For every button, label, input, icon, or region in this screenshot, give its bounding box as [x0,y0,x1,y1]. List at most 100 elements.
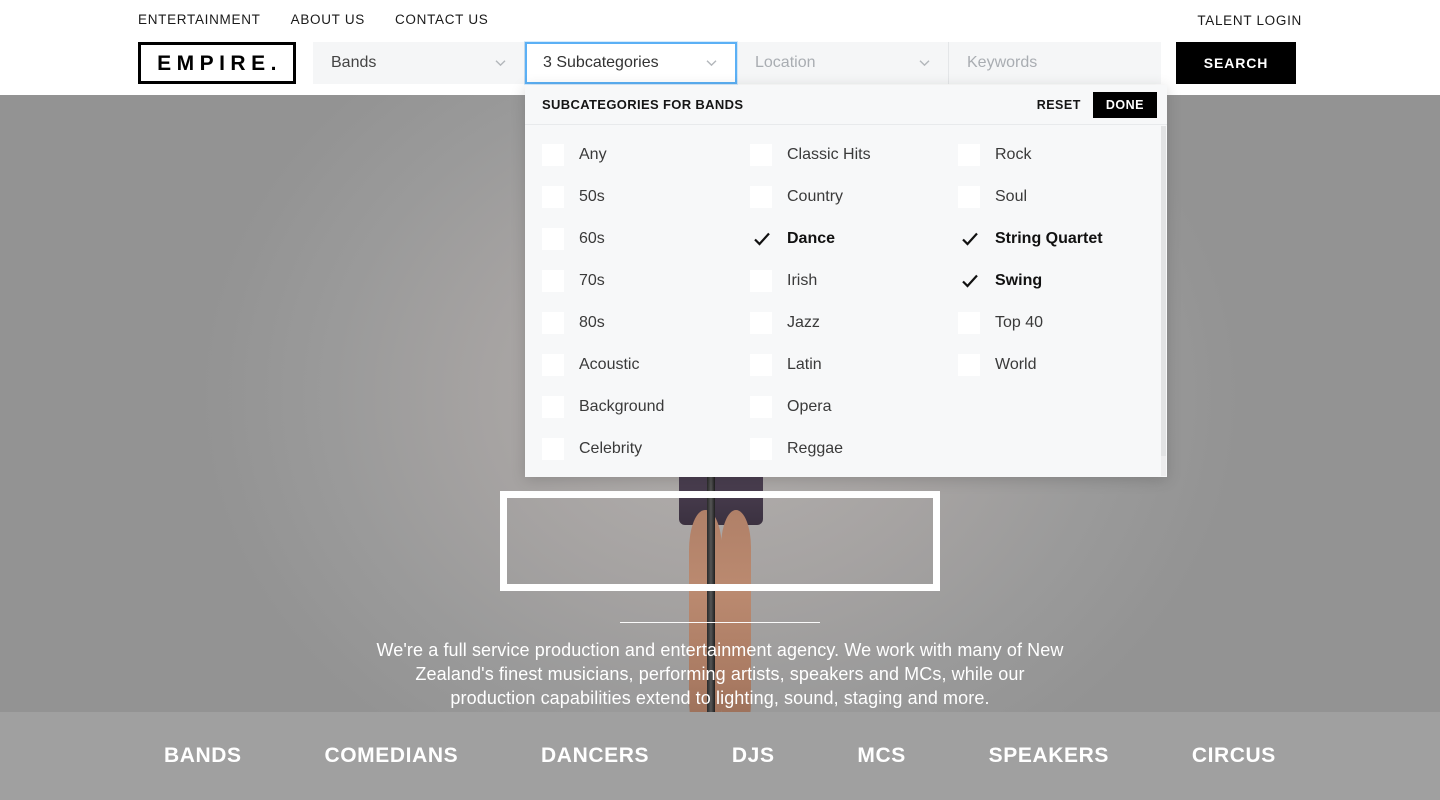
subcategory-option-label: Top 40 [995,314,1044,331]
subcategory-option-opera[interactable]: Opera [750,386,941,428]
hero-description: We're a full service production and ente… [376,640,1064,708]
subcategory-option-50s[interactable]: 50s [542,176,733,218]
subcategory-option-label: Celebrity [579,440,643,457]
category-link-speakers[interactable]: SPEAKERS [989,744,1109,768]
subcategory-option-world[interactable]: World [958,344,1149,386]
checkbox-icon[interactable] [958,144,980,166]
check-icon [752,229,772,249]
subcategory-option-80s[interactable]: 80s [542,302,733,344]
subcategory-option-label: Acoustic [579,356,640,373]
subcategory-option-jazz[interactable]: Jazz [750,302,941,344]
category-link-dancers[interactable]: DANCERS [541,744,649,768]
checkbox-icon[interactable] [750,354,772,376]
hero-divider-rule [620,622,820,623]
subcategory-option-irish[interactable]: Irish [750,260,941,302]
subcategory-option-reggae[interactable]: Reggae [750,428,941,470]
checkbox-icon[interactable] [542,270,564,292]
subcategory-option-label: Irish [787,272,818,289]
checkbox-icon[interactable] [750,396,772,418]
checkbox-icon[interactable] [750,438,772,460]
location-select[interactable]: Location [737,42,949,84]
checkbox-icon[interactable] [958,354,980,376]
checkbox-icon[interactable] [750,270,772,292]
subcategory-option-label: Dance [787,230,836,247]
page-root: We're a full service production and ente… [0,0,1440,800]
category-select[interactable]: Bands [313,42,525,84]
subcategory-option-60s[interactable]: 60s [542,218,733,260]
subcategory-option-label: Rock [995,146,1032,163]
subcategory-option-celebrity[interactable]: Celebrity [542,428,733,470]
chevron-down-icon [495,58,506,69]
subcategory-option-label: Classic Hits [787,146,871,163]
checkbox-icon[interactable] [958,270,980,292]
empire-logo-text: EMPIRE. [157,51,282,75]
checkbox-icon[interactable] [958,186,980,208]
nav-link-about-us[interactable]: ABOUT US [291,12,365,27]
subcategory-select-value: 3 Subcategories [543,54,659,71]
subcategory-option-background[interactable]: Background [542,386,733,428]
subcategory-option-label: Opera [787,398,832,415]
subcategory-option-label: 80s [579,314,605,331]
category-nav-inner: BANDS COMEDIANS DANCERS DJS MCS SPEAKERS… [140,744,1300,768]
category-link-comedians[interactable]: COMEDIANS [324,744,458,768]
subcategory-option-acoustic[interactable]: Acoustic [542,344,733,386]
search-fields: Bands 3 Subcategories Location Keywords [313,42,1161,84]
done-button[interactable]: DONE [1092,91,1157,118]
subcategory-option-label: String Quartet [995,230,1103,247]
subcategory-option-label: Soul [995,188,1028,205]
chevron-down-icon [706,58,717,69]
checkbox-icon[interactable] [542,228,564,250]
checkbox-icon[interactable] [542,438,564,460]
search-button[interactable]: SEARCH [1176,42,1296,84]
subcategory-select[interactable]: 3 Subcategories [525,42,737,84]
subcategory-option-label: Swing [995,272,1043,289]
subcategory-column-1: Any 50s 60s 70s 80s Acoustic Background … [525,134,733,476]
panel-scrollbar-thumb[interactable] [1161,126,1166,456]
empire-logo[interactable]: EMPIRE. [138,42,296,84]
subcategory-option-any[interactable]: Any [542,134,733,176]
subcategory-option-classic-hits[interactable]: Classic Hits [750,134,941,176]
subcategory-option-label: Reggae [787,440,844,457]
checkbox-icon[interactable] [542,312,564,334]
category-link-circus[interactable]: CIRCUS [1192,744,1276,768]
subcategory-option-label: Background [579,398,665,415]
category-nav: BANDS COMEDIANS DANCERS DJS MCS SPEAKERS… [0,712,1440,800]
talent-login-link[interactable]: TALENT LOGIN [1197,13,1302,28]
checkbox-icon[interactable] [542,144,564,166]
nav-link-entertainment[interactable]: ENTERTAINMENT [138,12,261,27]
subcategory-option-rock[interactable]: Rock [958,134,1149,176]
checkbox-icon[interactable] [750,312,772,334]
subcategory-option-label: 50s [579,188,605,205]
checkbox-icon[interactable] [750,144,772,166]
subcategory-option-70s[interactable]: 70s [542,260,733,302]
category-link-bands[interactable]: BANDS [164,744,242,768]
checkbox-icon[interactable] [958,228,980,250]
subcategory-option-label: World [995,356,1037,373]
check-icon [960,229,980,249]
checkbox-icon[interactable] [750,228,772,250]
subcategory-option-dance[interactable]: Dance [750,218,941,260]
category-link-djs[interactable]: DJS [732,744,775,768]
subcategory-option-soul[interactable]: Soul [958,176,1149,218]
category-link-mcs[interactable]: MCS [857,744,905,768]
checkbox-icon[interactable] [750,186,772,208]
subcategory-option-latin[interactable]: Latin [750,344,941,386]
nav-link-contact-us[interactable]: CONTACT US [395,12,489,27]
subcategory-dropdown-panel: SUBCATEGORIES FOR BANDS RESET DONE Any 5… [525,85,1167,477]
subcategory-option-country[interactable]: Country [750,176,941,218]
subcategory-panel-title: SUBCATEGORIES FOR BANDS [542,97,744,112]
panel-scrollbar[interactable] [1161,126,1166,476]
checkbox-icon[interactable] [542,354,564,376]
checkbox-icon[interactable] [542,186,564,208]
check-icon [960,271,980,291]
subcategory-option-label: 60s [579,230,605,247]
checkbox-icon[interactable] [542,396,564,418]
keywords-input[interactable]: Keywords [949,42,1161,84]
checkbox-icon[interactable] [958,312,980,334]
subcategory-option-swing[interactable]: Swing [958,260,1149,302]
hero-decorative-frame [500,491,940,591]
reset-button[interactable]: RESET [1037,98,1081,112]
subcategory-option-top-40[interactable]: Top 40 [958,302,1149,344]
keywords-input-placeholder: Keywords [967,54,1038,71]
subcategory-option-string-quartet[interactable]: String Quartet [958,218,1149,260]
